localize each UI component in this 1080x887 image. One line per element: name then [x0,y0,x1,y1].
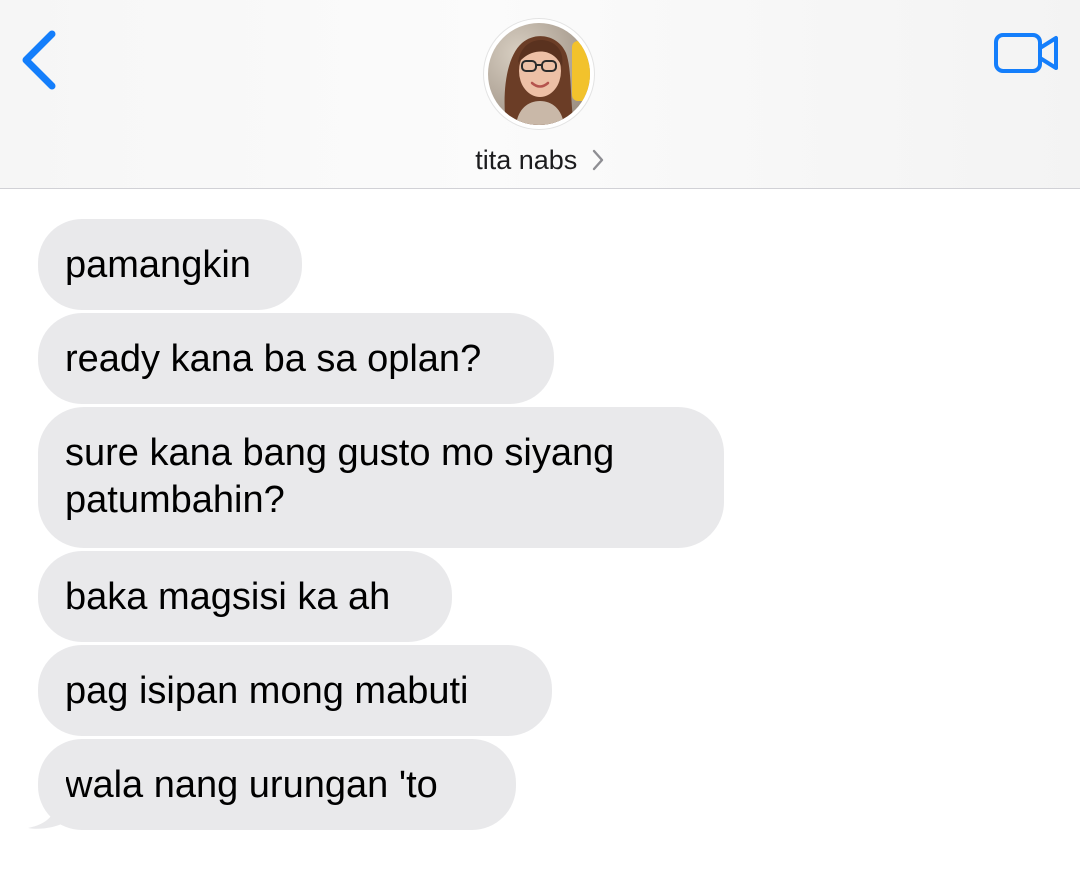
message-bubble[interactable]: wala nang urungan 'to [38,739,516,830]
chevron-right-icon [592,149,603,171]
message-text: pag isipan mong mabuti [65,670,469,712]
message-bubble[interactable]: ready kana ba sa oplan? [38,313,554,404]
back-button[interactable] [14,28,66,92]
avatar-photo [488,23,590,125]
bubble-tail [28,770,66,829]
contact-avatar[interactable] [484,19,594,129]
chevron-left-icon [22,30,56,90]
contact-name-button[interactable]: tita nabs [0,143,1080,177]
message-bubble[interactable]: sure kana bang gusto mo siyang patumbahi… [38,407,724,548]
video-camera-icon [994,33,1058,73]
message-text: baka magsisi ka ah [65,576,391,618]
contact-name: tita nabs [475,145,578,175]
message-text: ready kana ba sa oplan? [65,338,482,380]
message-bubble[interactable]: pamangkin [38,219,302,310]
video-call-button[interactable] [992,30,1062,76]
message-bubble[interactable]: pag isipan mong mabuti [38,645,552,736]
message-text: pamangkin [65,244,251,286]
message-text: wala nang urungan 'to [65,764,438,806]
message-text: sure kana bang gusto mo siyang patumbahi… [65,432,615,521]
conversation-header: tita nabs [0,0,1080,189]
message-bubble[interactable]: baka magsisi ka ah [38,551,452,642]
